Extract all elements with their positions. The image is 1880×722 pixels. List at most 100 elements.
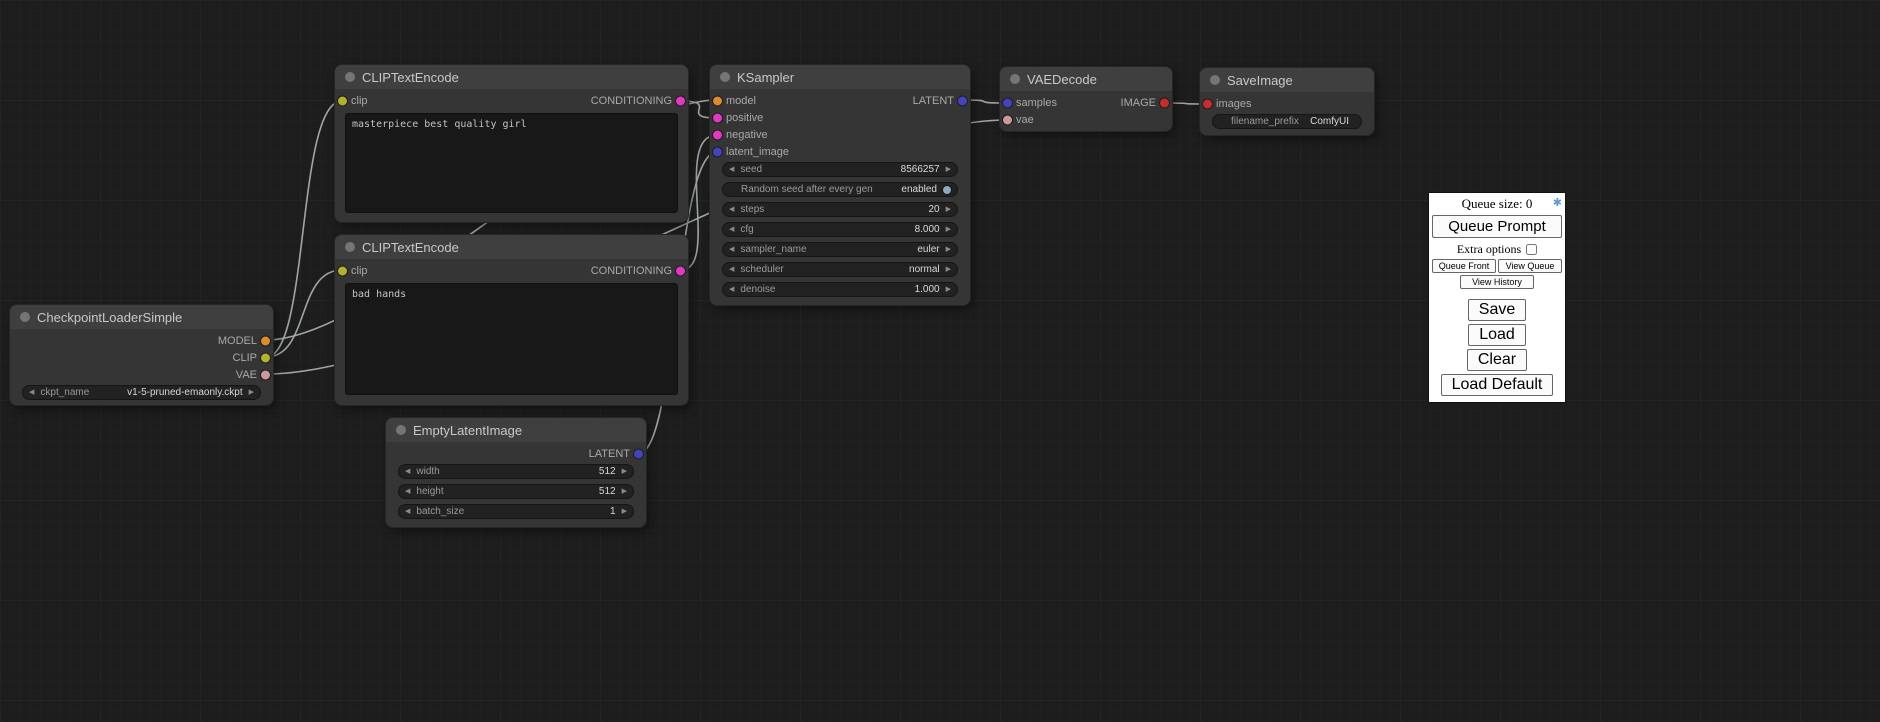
output-port-latent[interactable] (958, 96, 967, 105)
node-title-bar[interactable]: SaveImage (1200, 68, 1374, 92)
settings-gear-icon[interactable]: ✱ (1553, 196, 1562, 209)
input-port-latent-image[interactable] (713, 147, 722, 156)
widget-steps[interactable]: ◀ steps 20 ▶ (722, 202, 958, 217)
decrement-arrow-icon[interactable]: ◀ (405, 508, 410, 515)
widget-ckpt-name[interactable]: ◀ ckpt_name v1-5-pruned-emaonly.ckpt ▶ (22, 385, 261, 400)
widget-value: ComfyUI (1310, 116, 1349, 127)
decrement-arrow-icon[interactable]: ◀ (29, 389, 34, 396)
node-title-bar[interactable]: CLIPTextEncode (335, 235, 688, 259)
prompt-textarea[interactable]: masterpiece best quality girl (345, 113, 678, 213)
input-port-model[interactable] (713, 96, 722, 105)
widget-scheduler[interactable]: ◀ scheduler normal ▶ (722, 262, 958, 277)
increment-arrow-icon[interactable]: ▶ (946, 206, 951, 213)
node-title: SaveImage (1227, 73, 1293, 88)
view-queue-button[interactable]: View Queue (1498, 259, 1562, 273)
decrement-arrow-icon[interactable]: ◀ (729, 166, 734, 173)
increment-arrow-icon[interactable]: ▶ (622, 488, 627, 495)
input-label: samples (1016, 97, 1057, 109)
widget-denoise[interactable]: ◀ denoise 1.000 ▶ (722, 282, 958, 297)
node-empty-latent-image[interactable]: EmptyLatentImage LATENT ◀ width 512 ▶ ◀ … (386, 418, 646, 527)
collapse-dot-icon[interactable] (345, 72, 355, 82)
increment-arrow-icon[interactable]: ▶ (249, 389, 254, 396)
queue-front-button[interactable]: Queue Front (1432, 259, 1496, 273)
output-port-latent[interactable] (634, 449, 643, 458)
decrement-arrow-icon[interactable]: ◀ (729, 206, 734, 213)
collapse-dot-icon[interactable] (1210, 75, 1220, 85)
widget-value: 8566257 (901, 164, 940, 175)
node-save-image[interactable]: SaveImage images filename_prefix ComfyUI (1200, 68, 1374, 135)
toggle-indicator-icon[interactable] (943, 186, 951, 194)
increment-arrow-icon[interactable]: ▶ (946, 166, 951, 173)
node-ksampler[interactable]: KSampler model LATENT positive negative … (710, 65, 970, 305)
queue-size-label: Queue size: 0 (1462, 196, 1533, 211)
input-row: positive (710, 109, 970, 126)
input-port-negative[interactable] (713, 130, 722, 139)
decrement-arrow-icon[interactable]: ◀ (729, 286, 734, 293)
io-row: clip CONDITIONING (335, 92, 688, 109)
save-button[interactable]: Save (1468, 299, 1526, 321)
io-row: samples IMAGE (1000, 94, 1172, 111)
increment-arrow-icon[interactable]: ▶ (946, 286, 951, 293)
queue-prompt-button[interactable]: Queue Prompt (1432, 215, 1562, 238)
input-port-vae[interactable] (1003, 115, 1012, 124)
view-history-button[interactable]: View History (1460, 275, 1534, 289)
node-checkpoint-loader[interactable]: CheckpointLoaderSimple MODEL CLIP VAE ◀ … (10, 305, 273, 405)
decrement-arrow-icon[interactable]: ◀ (405, 468, 410, 475)
widget-cfg[interactable]: ◀ cfg 8.000 ▶ (722, 222, 958, 237)
load-default-button[interactable]: Load Default (1441, 374, 1554, 396)
input-port-clip[interactable] (338, 266, 347, 275)
decrement-arrow-icon[interactable]: ◀ (729, 266, 734, 273)
node-clip-text-encode-negative[interactable]: CLIPTextEncode clip CONDITIONING bad han… (335, 235, 688, 405)
node-title-bar[interactable]: EmptyLatentImage (386, 418, 646, 442)
node-title-bar[interactable]: CheckpointLoaderSimple (10, 305, 273, 329)
collapse-dot-icon[interactable] (1010, 74, 1020, 84)
input-row: vae (1000, 111, 1172, 128)
input-label: clip (351, 95, 368, 107)
widget-random-seed-toggle[interactable]: Random seed after every gen enabled (722, 182, 958, 197)
input-port-images[interactable] (1203, 99, 1212, 108)
increment-arrow-icon[interactable]: ▶ (946, 246, 951, 253)
decrement-arrow-icon[interactable]: ◀ (405, 488, 410, 495)
increment-arrow-icon[interactable]: ▶ (946, 266, 951, 273)
load-button[interactable]: Load (1468, 324, 1526, 346)
output-port-conditioning[interactable] (676, 266, 685, 275)
input-port-positive[interactable] (713, 113, 722, 122)
clear-button[interactable]: Clear (1467, 349, 1527, 371)
prompt-textarea[interactable]: bad hands (345, 283, 678, 395)
output-port-conditioning[interactable] (676, 96, 685, 105)
output-port-clip[interactable] (261, 353, 270, 362)
node-title-bar[interactable]: VAEDecode (1000, 67, 1172, 91)
increment-arrow-icon[interactable]: ▶ (622, 508, 627, 515)
widget-width[interactable]: ◀ width 512 ▶ (398, 464, 634, 479)
collapse-dot-icon[interactable] (396, 425, 406, 435)
node-title: CLIPTextEncode (362, 240, 459, 255)
widget-label: batch_size (416, 506, 464, 517)
widget-seed[interactable]: ◀ seed 8566257 ▶ (722, 162, 958, 177)
node-title-bar[interactable]: CLIPTextEncode (335, 65, 688, 89)
collapse-dot-icon[interactable] (20, 312, 30, 322)
widget-filename-prefix[interactable]: filename_prefix ComfyUI (1212, 114, 1362, 129)
widget-batch-size[interactable]: ◀ batch_size 1 ▶ (398, 504, 634, 519)
io-row: clip CONDITIONING (335, 262, 688, 279)
node-clip-text-encode-positive[interactable]: CLIPTextEncode clip CONDITIONING masterp… (335, 65, 688, 222)
extra-options-checkbox[interactable] (1526, 244, 1537, 255)
collapse-dot-icon[interactable] (720, 72, 730, 82)
node-vae-decode[interactable]: VAEDecode samples IMAGE vae (1000, 67, 1172, 131)
widget-sampler-name[interactable]: ◀ sampler_name euler ▶ (722, 242, 958, 257)
graph-canvas[interactable]: CheckpointLoaderSimple MODEL CLIP VAE ◀ … (0, 0, 1880, 722)
increment-arrow-icon[interactable]: ▶ (946, 226, 951, 233)
input-port-samples[interactable] (1003, 98, 1012, 107)
widget-height[interactable]: ◀ height 512 ▶ (398, 484, 634, 499)
output-port-model[interactable] (261, 336, 270, 345)
output-row: MODEL (10, 332, 273, 349)
wire-clip-to-negative-encode (266, 270, 342, 357)
input-port-clip[interactable] (338, 96, 347, 105)
output-row: CLIP (10, 349, 273, 366)
node-title-bar[interactable]: KSampler (710, 65, 970, 89)
decrement-arrow-icon[interactable]: ◀ (729, 246, 734, 253)
decrement-arrow-icon[interactable]: ◀ (729, 226, 734, 233)
increment-arrow-icon[interactable]: ▶ (622, 468, 627, 475)
output-port-vae[interactable] (261, 370, 270, 379)
collapse-dot-icon[interactable] (345, 242, 355, 252)
output-port-image[interactable] (1160, 98, 1169, 107)
